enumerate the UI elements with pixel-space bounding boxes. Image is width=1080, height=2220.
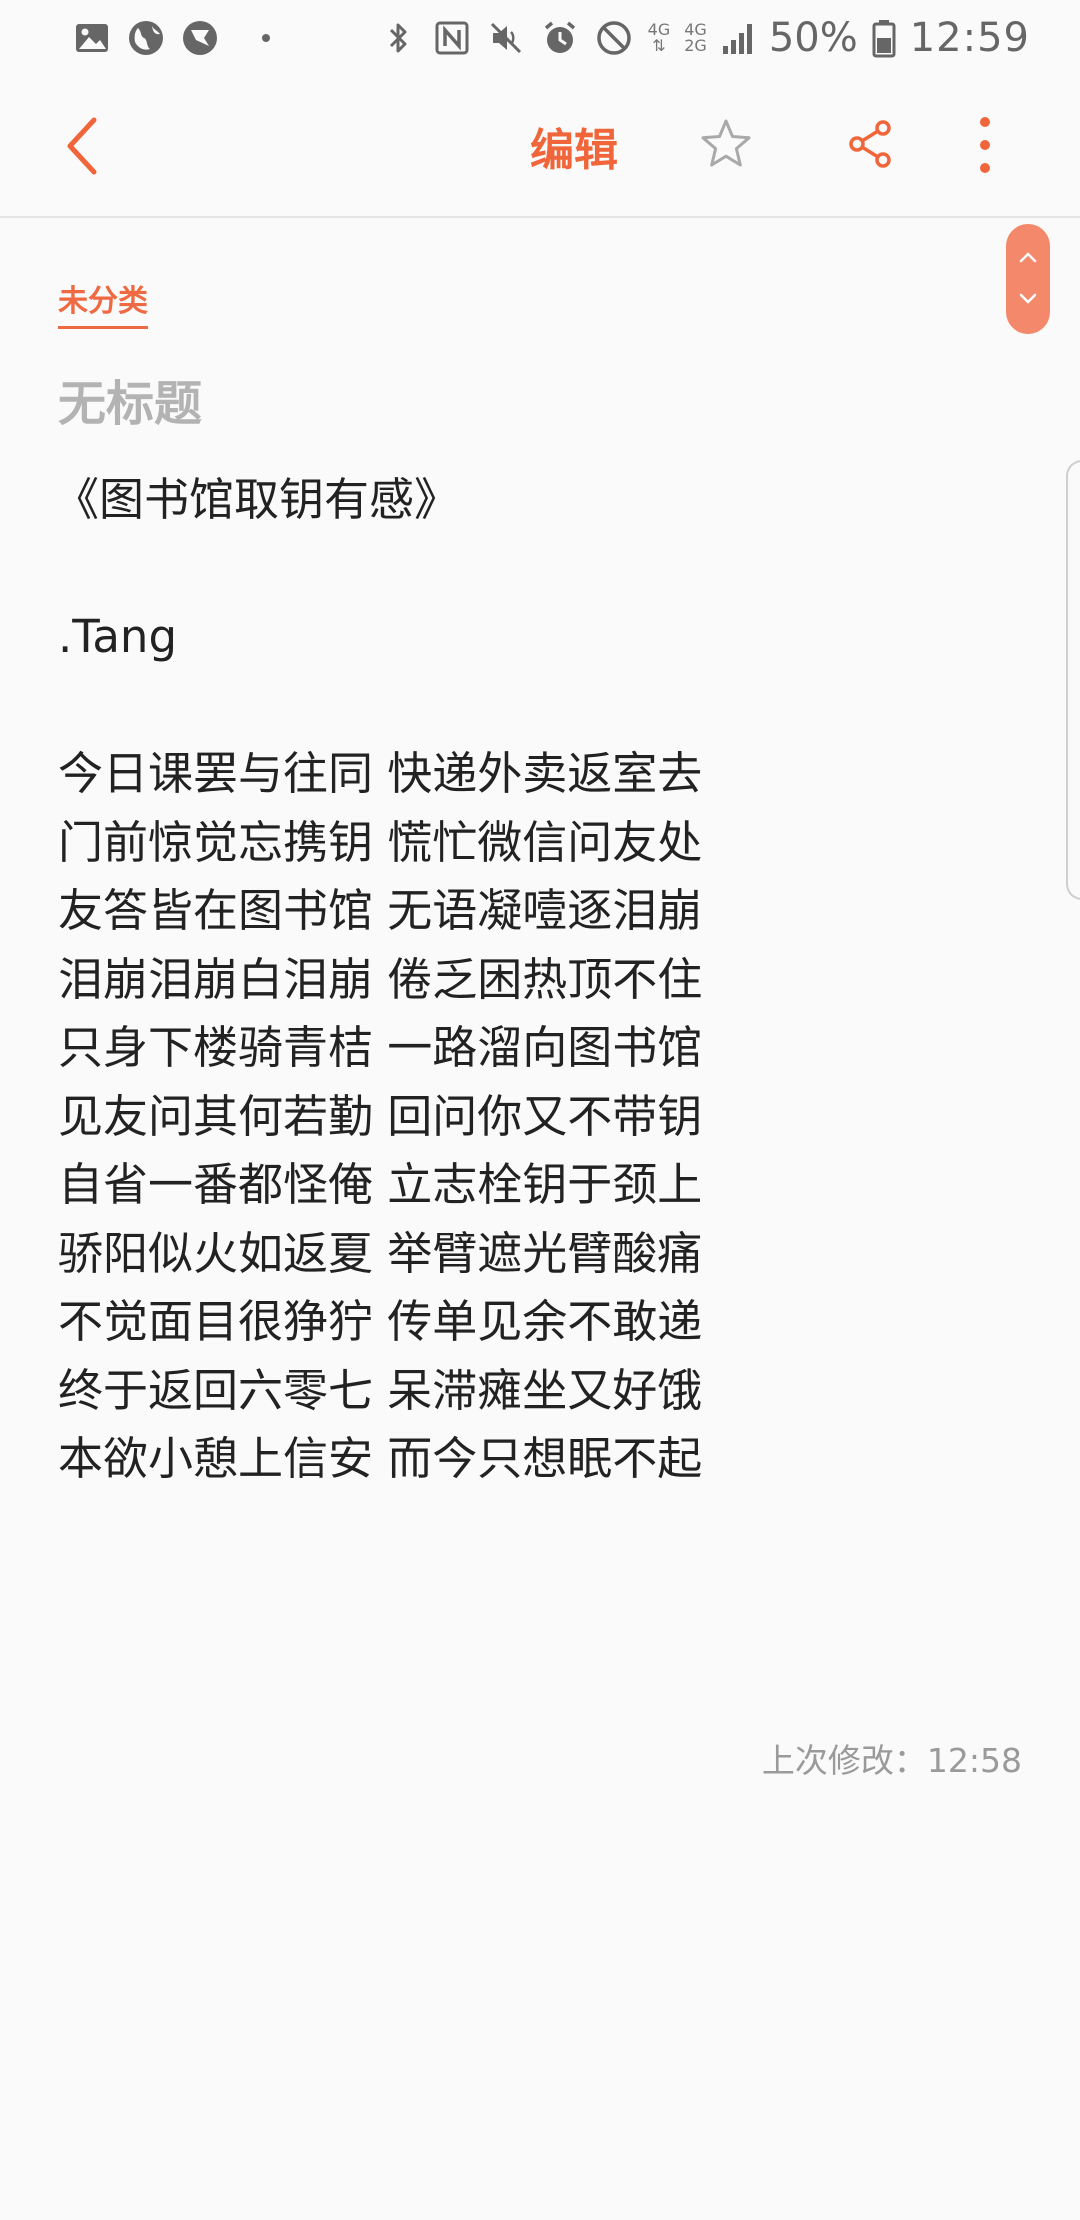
- status-bar-notifications: [72, 16, 270, 60]
- star-icon: [701, 119, 751, 167]
- globe-icon: [126, 18, 166, 58]
- poem-line: 门前惊觉忘携钥 慌忙微信问友处: [58, 815, 703, 869]
- category-label[interactable]: 未分类: [58, 276, 148, 329]
- chevron-up-icon: [1019, 252, 1037, 263]
- battery-percentage: 50%: [768, 15, 858, 61]
- more-notifications-dot: [262, 34, 270, 42]
- notes-app-screen: 4G ⇅ 4G 2G 50% 12:59 编辑 未分类 无标题 《图书馆取钥有感…: [0, 0, 1080, 2220]
- poem-line: 不觉面目很狰狞 传单见余不敢递: [58, 1295, 703, 1348]
- poem-line: 泪崩泪崩白泪崩 倦乏困热顶不住: [58, 952, 703, 1006]
- poem-line: 自省一番都怪俺 立志栓钥于颈上: [58, 1158, 703, 1211]
- share-icon: [849, 120, 891, 168]
- fast-scroll-handle[interactable]: [1006, 224, 1050, 334]
- app-notification-icon: [180, 18, 220, 58]
- poem-line: 友答皆在图书馆 无语凝噎逐泪崩: [58, 884, 703, 937]
- bluetooth-icon: [378, 18, 418, 58]
- poem-line: 只身下楼骑青桔 一路溜向图书馆: [58, 1021, 703, 1074]
- back-arrow-icon: [67, 117, 97, 175]
- chevron-down-icon: [1019, 293, 1037, 304]
- share-button[interactable]: [846, 116, 894, 172]
- favorite-button[interactable]: [698, 116, 754, 172]
- more-vertical-icon: [980, 117, 990, 173]
- note-title[interactable]: 无标题: [58, 364, 202, 434]
- alarm-icon: [540, 18, 580, 58]
- note-body[interactable]: 《图书馆取钥有感》 .Tang 今日课罢与往同 快递外卖返室去 门前惊觉忘携钥 …: [54, 466, 998, 1494]
- note-toolbar: 编辑: [0, 76, 1080, 218]
- more-options-button[interactable]: [970, 112, 1000, 178]
- poem-line: 今日课罢与往同 快递外卖返室去: [58, 747, 703, 800]
- mute-icon: [486, 18, 526, 58]
- poem-author: .Tang: [58, 610, 178, 663]
- poem-line: 见友问其何若勤 回问你又不带钥: [58, 1089, 703, 1143]
- status-bar: 4G ⇅ 4G 2G 50% 12:59: [0, 0, 1080, 76]
- edge-panel-handle[interactable]: [1066, 460, 1080, 900]
- last-modified-time: 上次修改：12:58: [761, 1741, 1022, 1780]
- poem-line: 终于返回六零七 呆滞瘫坐又好饿: [58, 1363, 703, 1417]
- edit-button[interactable]: 编辑: [530, 114, 618, 178]
- network-type-indicator: 4G ⇅: [647, 20, 671, 55]
- signal-strength-icon: [721, 18, 755, 58]
- poem-title: 《图书馆取钥有感》: [54, 473, 460, 526]
- battery-icon: [872, 18, 896, 58]
- nfc-icon: [432, 18, 472, 58]
- poem-line: 骄阳似火如返夏 举臂遮光臂酸痛: [58, 1226, 703, 1280]
- gallery-icon: [72, 18, 112, 58]
- back-button[interactable]: [54, 108, 114, 184]
- poem-line: 本欲小憩上信安 而今只想眠不起: [58, 1432, 703, 1485]
- do-not-disturb-icon: [594, 18, 634, 58]
- clock: 12:59: [909, 15, 1030, 61]
- status-bar-system: 4G ⇅ 4G 2G 50% 12:59: [378, 12, 1030, 64]
- dual-sim-network-indicator: 4G 2G: [684, 20, 707, 55]
